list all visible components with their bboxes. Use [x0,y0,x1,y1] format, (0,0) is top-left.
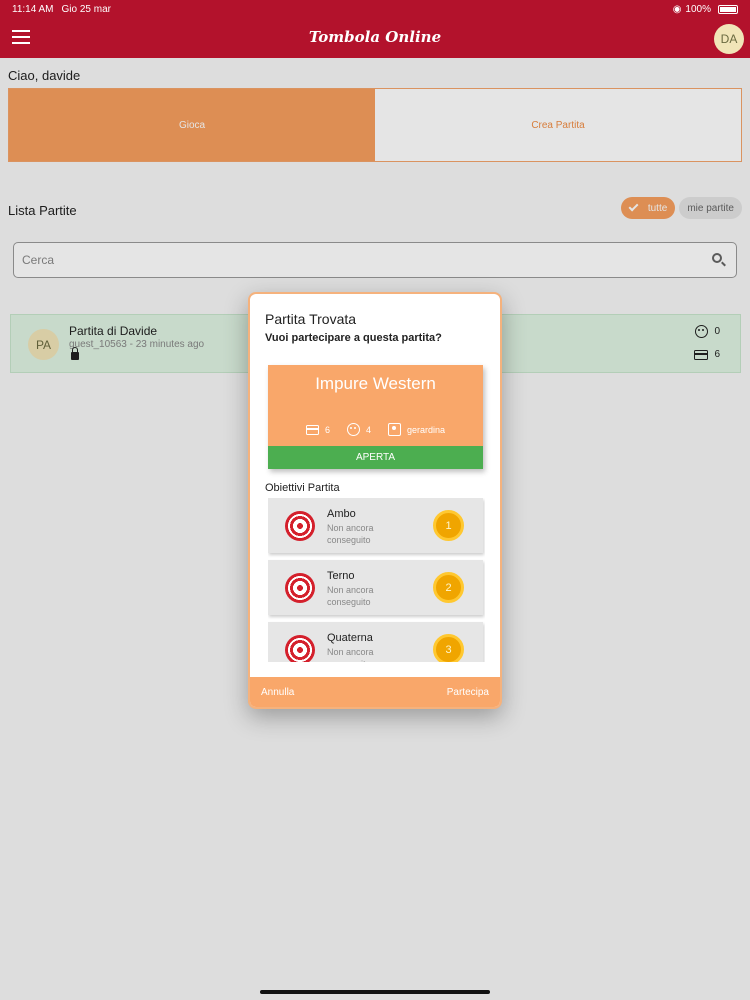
game-card-name: Impure Western [315,374,436,393]
objective-status: Non ancora conseguito [327,647,374,662]
objective-number: 1 [433,510,464,541]
target-icon [285,511,315,541]
game-card-players: 4 [346,423,371,436]
card-icon [305,424,319,435]
game-status-badge: APERTA [268,446,483,469]
dialog-actions: Annulla Partecipa [250,677,500,707]
battery-percent: 100% [685,3,711,15]
status-date: Gio 25 mar [61,3,111,15]
objectives-title: Obiettivi Partita [265,482,340,494]
app-title: Tombola Online [308,28,442,46]
game-card-owner: gerardina [388,423,445,436]
objective-status: Non ancora conseguito [327,523,374,545]
objective-name: Quaterna [327,632,373,644]
battery-icon [718,4,738,14]
game-card-players-value: 4 [365,424,371,435]
status-bar: 11:14 AM Gio 25 mar ◉ 100% [0,0,750,18]
objective-name: Ambo [327,508,356,520]
status-time: 11:14 AM [12,3,54,15]
dialog-title: Partita Trovata [265,311,357,327]
dialog-question: Vuoi partecipare a questa partita? [265,332,442,344]
objectives-list[interactable]: Ambo Non ancora conseguito 1 Terno Non a… [268,498,485,662]
home-indicator[interactable] [260,990,490,994]
badge-icon [388,423,401,436]
game-card-stats: 6 4 gerardina [268,423,483,436]
game-card-cards-value: 6 [324,424,330,435]
cancel-button[interactable]: Annulla [261,687,294,698]
game-card-cards: 6 [305,423,330,436]
status-right: ◉ 100% [673,4,738,15]
join-button[interactable]: Partecipa [447,687,489,698]
join-game-dialog: Partita Trovata Vuoi partecipare a quest… [248,292,502,709]
objective-status: Non ancora conseguito [327,585,374,607]
objective-item: Quaterna Non ancora conseguito 3 [268,622,483,662]
objective-item: Ambo Non ancora conseguito 1 [268,498,483,553]
target-icon [285,573,315,603]
game-card: Impure Western 6 4 gerardina APERTA [268,365,483,469]
target-icon [285,635,315,662]
objective-item: Terno Non ancora conseguito 2 [268,560,483,615]
objective-number: 3 [433,634,464,662]
objective-number: 2 [433,572,464,603]
game-card-owner-value: gerardina [407,424,446,435]
wifi-icon: ◉ [672,3,682,15]
face-icon [346,423,360,436]
objective-name: Terno [327,570,355,582]
app-bar: Tombola Online DA [0,18,750,58]
user-avatar[interactable]: DA [714,24,744,54]
